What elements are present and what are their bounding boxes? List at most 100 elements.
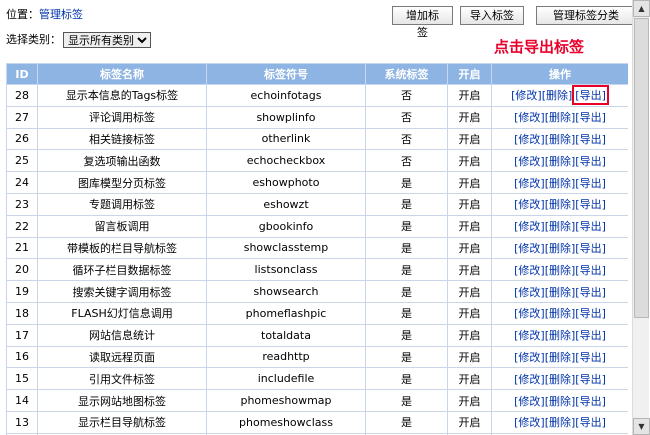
delete-link[interactable]: [删除] — [545, 220, 576, 233]
delete-link[interactable]: [删除] — [545, 329, 576, 342]
export-link[interactable]: [导出] — [575, 264, 606, 277]
cell-id: 26 — [6, 127, 38, 151]
cell-ops: [修改][删除][导出] — [491, 410, 628, 434]
scrollbar-thumb[interactable] — [634, 18, 649, 318]
export-link[interactable]: [导出] — [575, 286, 606, 299]
cell-id: 13 — [6, 410, 38, 434]
edit-link[interactable]: [修改] — [514, 286, 545, 299]
edit-link[interactable]: [修改] — [514, 111, 545, 124]
vertical-scrollbar[interactable]: ▲ ▼ — [632, 0, 650, 435]
delete-link[interactable]: [删除] — [545, 286, 576, 299]
table-body: 28 显示本信息的Tags标签 echoinfotags 否开启 [修改][删除] [导出… — [6, 84, 628, 435]
delete-link[interactable]: [删除] — [545, 395, 576, 408]
cell-name: 搜索关键字调用标签 — [37, 280, 207, 303]
cell-symbol: eshowzt — [206, 192, 366, 216]
export-link[interactable]: [导出] — [575, 242, 606, 255]
edit-link[interactable]: [修改] — [514, 242, 545, 255]
delete-link[interactable]: [删除] — [545, 198, 576, 211]
delete-link[interactable]: [删除] — [545, 155, 576, 168]
cell-name: 相关链接标签 — [37, 127, 207, 151]
cell-ops: [修改][删除][导出] — [491, 280, 628, 303]
cell-system: 是 — [365, 367, 448, 391]
cell-enabled: 开启 — [447, 389, 492, 412]
cell-name: 留言板调用 — [37, 214, 207, 238]
category-filter-label: 选择类别： — [6, 33, 61, 46]
edit-link[interactable]: [修改] — [514, 307, 545, 320]
edit-link[interactable]: [修改] — [514, 198, 545, 211]
export-link[interactable]: [导出] — [575, 133, 606, 146]
breadcrumb-link-manage-tags[interactable]: 管理标签 — [39, 8, 83, 21]
edit-link[interactable]: [修改] — [514, 220, 545, 233]
export-link[interactable]: [导出] — [575, 416, 606, 429]
export-link[interactable]: [导出] — [575, 351, 606, 364]
cell-system: 是 — [365, 192, 448, 216]
header-system: 系统标签 — [365, 63, 448, 85]
export-link[interactable]: [导出] — [575, 395, 606, 408]
cell-ops: [修改][删除][导出] — [491, 236, 628, 260]
export-link[interactable]: [导出] — [575, 198, 606, 211]
cell-id: 21 — [6, 236, 38, 260]
cell-enabled: 开启 — [447, 301, 492, 325]
cell-name: 图库模型分页标签 — [37, 171, 207, 194]
delete-link[interactable]: [删除] — [545, 416, 576, 429]
export-callout: 点击导出标签 — [494, 38, 585, 56]
delete-link[interactable]: [删除] — [545, 242, 576, 255]
breadcrumb-prefix: 位置： — [6, 8, 39, 21]
edit-link[interactable]: [修改] — [514, 373, 545, 386]
edit-link[interactable]: [修改] — [514, 416, 545, 429]
cell-ops: [修改][删除][导出] — [491, 258, 628, 282]
scroll-down-arrow-icon[interactable]: ▼ — [633, 418, 650, 435]
cell-id: 25 — [6, 149, 38, 173]
export-link[interactable]: [导出] — [575, 177, 606, 190]
cell-enabled: 开启 — [447, 236, 492, 260]
delete-link[interactable]: [删除] — [542, 89, 573, 102]
cell-name: 引用文件标签 — [37, 367, 207, 391]
edit-link[interactable]: [修改] — [514, 329, 545, 342]
cell-id: 20 — [6, 258, 38, 282]
manage-tag-category-button[interactable]: 管理标签分类 — [536, 6, 636, 25]
delete-link[interactable]: [删除] — [545, 111, 576, 124]
cell-name: 复选项输出函数 — [37, 149, 207, 173]
cell-enabled: 开启 — [447, 258, 492, 282]
delete-link[interactable]: [删除] — [545, 307, 576, 320]
cell-system: 是 — [365, 301, 448, 325]
delete-link[interactable]: [删除] — [545, 177, 576, 190]
cell-ops: [修改][删除][导出] — [491, 171, 628, 194]
delete-link[interactable]: [删除] — [545, 351, 576, 364]
export-link[interactable]: [导出] — [575, 111, 606, 124]
export-link[interactable]: [导出] — [575, 220, 606, 233]
add-tag-button[interactable]: 增加标签 — [392, 6, 453, 39]
category-select[interactable]: 显示所有类别 — [63, 32, 151, 48]
delete-link[interactable]: [删除] — [545, 133, 576, 146]
delete-link[interactable]: [删除] — [545, 373, 576, 386]
cell-ops: [修改][删除][导出] — [491, 192, 628, 216]
cell-symbol: totaldata — [206, 323, 366, 347]
edit-link[interactable]: [修改] — [514, 177, 545, 190]
export-link[interactable]: [导出] — [575, 155, 606, 168]
breadcrumb: 位置：管理标签 — [6, 6, 83, 22]
import-tag-button[interactable]: 导入标签 — [460, 6, 524, 25]
edit-link[interactable]: [修改] — [514, 395, 545, 408]
export-link[interactable]: [导出] — [572, 85, 609, 106]
table-row: 25 复选项输出函数 echocheckbox 否开启 [修改][删除][导出] — [6, 149, 628, 173]
table-row: 23 专题调用标签 eshowzt 是开启 [修改][删除][导出] — [6, 192, 628, 216]
edit-link[interactable]: [修改] — [511, 89, 542, 102]
cell-enabled: 开启 — [447, 171, 492, 194]
export-link[interactable]: [导出] — [575, 329, 606, 342]
edit-link[interactable]: [修改] — [514, 351, 545, 364]
scroll-up-arrow-icon[interactable]: ▲ — [633, 0, 650, 17]
tag-table: ID 标签名称 标签符号 系统标签 开启 操作 28 显示本信息的Tags标签 ec… — [6, 63, 628, 435]
cell-enabled: 开启 — [447, 84, 492, 107]
header-enabled: 开启 — [447, 63, 492, 85]
edit-link[interactable]: [修改] — [514, 155, 545, 168]
edit-link[interactable]: [修改] — [514, 133, 545, 146]
cell-enabled: 开启 — [447, 192, 492, 216]
table-row: 17 网站信息统计 totaldata 是开启 [修改][删除][导出] — [6, 323, 628, 347]
delete-link[interactable]: [删除] — [545, 264, 576, 277]
cell-symbol: otherlink — [206, 127, 366, 151]
cell-id: 15 — [6, 367, 38, 391]
cell-ops: [修改][删除][导出] — [491, 323, 628, 347]
export-link[interactable]: [导出] — [575, 307, 606, 320]
export-link[interactable]: [导出] — [575, 373, 606, 386]
edit-link[interactable]: [修改] — [514, 264, 545, 277]
